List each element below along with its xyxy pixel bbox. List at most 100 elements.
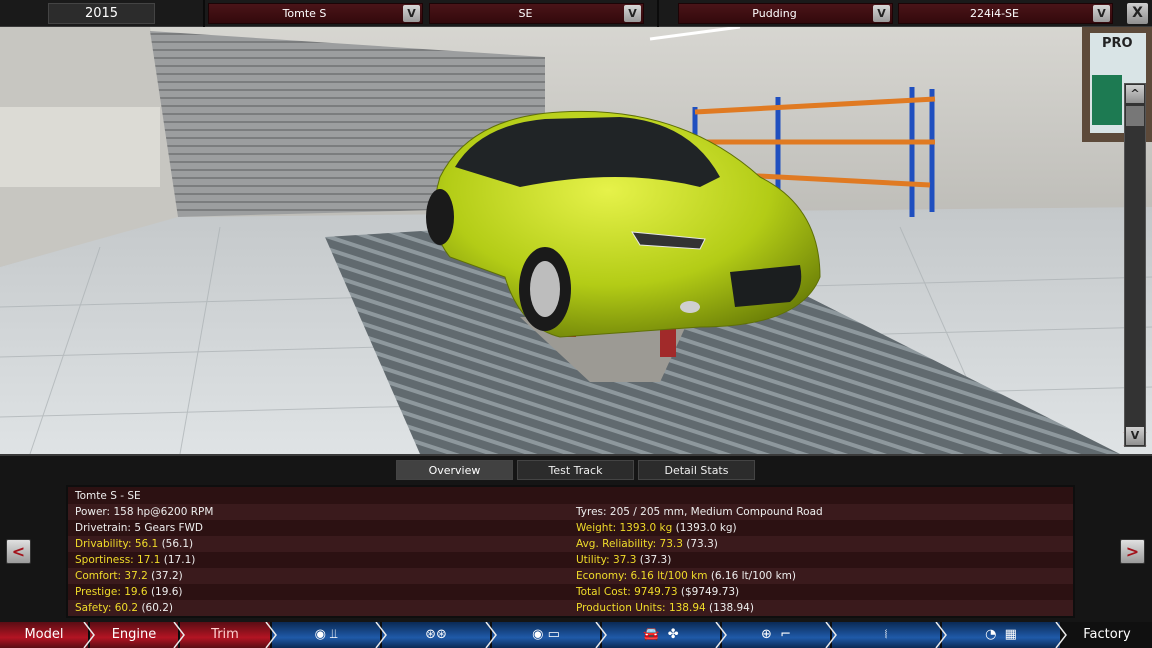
stat-total-cost: Total Cost: 9749.73 ($9749.73) [576,584,739,600]
stat-value: 6.16 lt/100 km [630,570,708,582]
stat-extra: (1393.0 kg) [675,522,737,534]
stat-row: Power: 158 hp@6200 RPM Tyres: 205 / 205 … [68,504,1073,520]
stat-extra: (6.16 lt/100 km) [710,570,796,582]
tab-test-track[interactable]: Test Track [517,460,634,480]
stat-sportiness: Sportiness: 17.1 (17.1) [75,552,195,568]
tab-detail-stats[interactable]: Detail Stats [638,460,755,480]
chassis-icon: ◉ ▭ [532,627,560,642]
stat-safety: Safety: 60.2 (60.2) [75,600,173,616]
stat-value: 158 hp@6200 RPM [113,506,214,518]
engine-variant-select-value: 224i4-SE [970,7,1019,20]
chevron-down-icon[interactable]: V [873,5,890,22]
stat-label: Weight: [576,522,617,534]
stat-value: 1393.0 kg [619,522,673,534]
stat-value: 19.6 [124,586,148,598]
stat-drivability: Drivability: 56.1 (56.1) [75,536,193,552]
nav-factory[interactable]: Factory [1062,622,1152,648]
speedometer-icon: ◔ [985,627,997,642]
stat-value: 9749.73 [634,586,678,598]
stat-row: Sportiness: 17.1 (17.1) Utility: 37.3 (3… [68,552,1073,568]
checkered-flag-icon: ▦ [1004,627,1017,642]
stat-label: Production Units: [576,602,666,614]
suspension-icon: ⧙ [884,627,888,642]
gearbox-icon: ◉ ⫫ [314,627,338,642]
stat-label: Utility: [576,554,610,566]
stat-utility: Utility: 37.3 (37.3) [576,552,671,568]
engine-family-select-value: Pudding [752,7,797,20]
stat-value: 205 / 205 mm, Medium Compound Road [609,506,823,518]
stat-extra: (73.3) [686,538,718,550]
chevron-down-icon[interactable]: V [624,5,641,22]
prev-button[interactable]: < [6,539,31,564]
chevron-down-icon[interactable]: V [1093,5,1110,22]
stat-extra: (138.94) [709,602,754,614]
divider [203,0,205,27]
scroll-thumb[interactable] [1126,106,1144,126]
camera-zoom-scrollbar[interactable]: ^ V [1124,83,1146,447]
nav-interior[interactable]: ⊕ ⌐ [722,622,830,648]
car-body-icon: 🚘 [643,627,660,642]
stat-prestige: Prestige: 19.6 (19.6) [75,584,183,600]
nav-model[interactable]: Model [0,622,88,648]
stat-economy: Economy: 6.16 lt/100 km (6.16 lt/100 km) [576,568,796,584]
stat-row: Drivetrain: 5 Gears FWD Weight: 1393.0 k… [68,520,1073,536]
scroll-down-button[interactable]: V [1126,427,1144,445]
year-display[interactable]: 2015 [48,3,155,24]
nav-chassis[interactable]: ◉ ▭ [492,622,600,648]
stat-row: Safety: 60.2 (60.2) Production Units: 13… [68,600,1073,616]
nav-trim[interactable]: Trim [180,622,270,648]
stat-value: 5 Gears FWD [134,522,204,534]
design-stage-nav: Model Engine Trim ◉ ⫫ ⊛⊛ ◉ ▭ 🚘 ✤ ⊕ ⌐ ⧙ ◔… [0,622,1152,648]
stat-comfort: Comfort: 37.2 (37.2) [75,568,183,584]
stat-value: 17.1 [137,554,161,566]
model-select[interactable]: Tomte S V [208,3,423,24]
trim-select[interactable]: SE V [429,3,644,24]
engine-family-select[interactable]: Pudding V [678,3,893,24]
garage-scene: PRO [0,27,1152,454]
scroll-up-button[interactable]: ^ [1126,85,1144,103]
stat-value: 60.2 [114,602,139,614]
stat-drivetrain: Drivetrain: 5 Gears FWD [75,520,203,536]
stat-extra: (19.6) [150,586,183,598]
stat-row: Comfort: 37.2 (37.2) Economy: 6.16 lt/10… [68,568,1073,584]
fan-icon: ✤ [667,627,679,642]
stat-label: Economy: [576,570,628,582]
engine-variant-select[interactable]: 224i4-SE V [898,3,1113,24]
car-viewport[interactable]: PRO ^ V [0,27,1152,454]
stat-value: 56.1 [134,538,159,550]
stats-title-row: Tomte S - SE [68,488,1073,504]
steering-wheel-icon: ⊕ [761,627,772,642]
stat-value: 73.3 [659,538,683,550]
stat-label: Safety: [75,602,112,614]
stat-extra: ($9749.73) [680,586,740,598]
nav-drivetrain[interactable]: ◉ ⫫ [272,622,380,648]
close-button[interactable]: X [1127,3,1148,24]
nav-body[interactable]: 🚘 ✤ [602,622,720,648]
stat-value: 37.3 [613,554,637,566]
tab-overview[interactable]: Overview [396,460,513,480]
stat-label: Drivability: [75,538,132,550]
nav-engine[interactable]: Engine [90,622,178,648]
seat-icon: ⌐ [780,627,791,642]
stats-panel: Overview Test Track Detail Stats < > Tom… [0,454,1152,622]
stat-weight: Weight: 1393.0 kg (1393.0 kg) [576,520,737,536]
stat-label: Sportiness: [75,554,134,566]
stat-extra: (60.2) [141,602,174,614]
nav-wheels[interactable]: ⊛⊛ [382,622,490,648]
nav-suspension[interactable]: ⧙ [832,622,940,648]
stat-extra: (37.2) [151,570,183,582]
stat-extra: (56.1) [161,538,194,550]
stats-table: Tomte S - SE Power: 158 hp@6200 RPM Tyre… [66,485,1075,618]
chevron-down-icon[interactable]: V [403,5,420,22]
stat-value: 138.94 [668,602,706,614]
stat-extra: (17.1) [163,554,196,566]
car-title: Tomte S - SE [75,490,141,502]
nav-testing[interactable]: ◔ ▦ [942,622,1060,648]
poster-text: PRO [1102,36,1133,51]
divider [657,0,659,27]
next-button[interactable]: > [1120,539,1145,564]
stat-label: Total Cost: [576,586,631,598]
stat-label: Avg. Reliability: [576,538,657,550]
stat-extra: (37.3) [639,554,672,566]
stat-row: Drivability: 56.1 (56.1) Avg. Reliabilit… [68,536,1073,552]
